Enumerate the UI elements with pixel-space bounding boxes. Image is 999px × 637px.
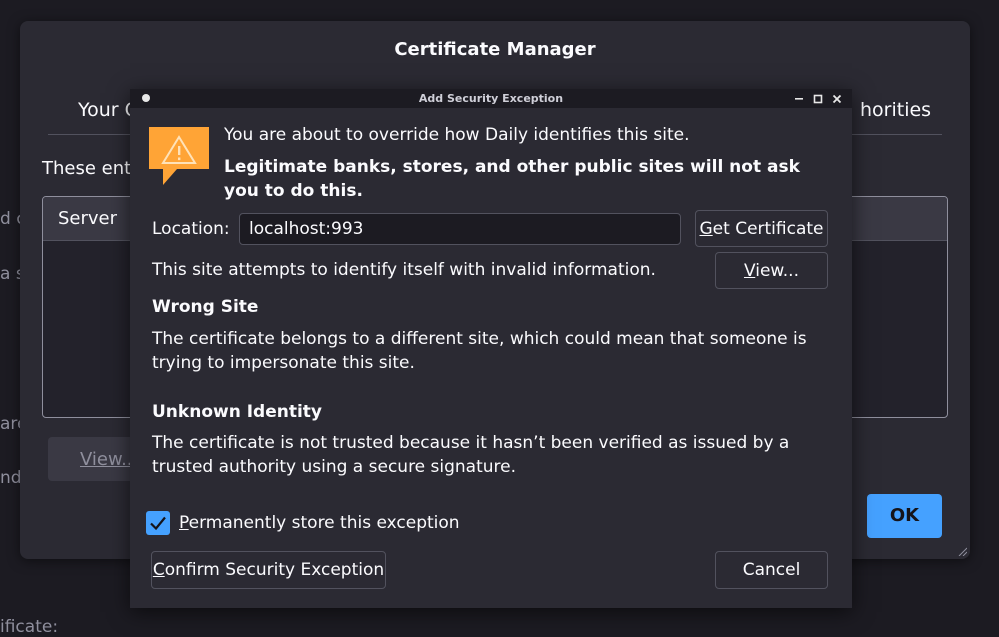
button-label: et Certificate — [712, 219, 824, 239]
button-label: iew... — [755, 261, 799, 281]
mnemonic: G — [699, 219, 713, 239]
button-label: onfirm Security Exception — [164, 560, 385, 580]
checkmark-icon — [150, 516, 166, 531]
get-certificate-button[interactable]: Get Certificate — [695, 210, 828, 247]
mnemonic: V — [743, 261, 756, 281]
wrong-site-description: The certificate belongs to a different s… — [152, 329, 807, 373]
tab-description: These ent — [42, 158, 132, 179]
location-input[interactable] — [239, 213, 681, 245]
location-label: Location: — [152, 219, 230, 239]
view-certificate-button[interactable]: View... — [715, 252, 828, 289]
mnemonic: C — [152, 560, 165, 580]
unknown-identity-heading: Unknown Identity — [152, 402, 323, 422]
background-text: ificate: — [0, 617, 59, 637]
add-security-exception-dialog: Add Security Exception You are about to … — [130, 89, 852, 608]
tab-your-certificates[interactable]: Your C — [78, 99, 138, 121]
resize-grip-icon[interactable] — [957, 546, 967, 556]
maximize-icon[interactable] — [813, 94, 823, 104]
title-bar[interactable]: Add Security Exception — [130, 89, 852, 108]
cancel-button[interactable]: Cancel — [715, 551, 828, 589]
mnemonic: P — [179, 513, 189, 533]
minimize-icon[interactable] — [794, 94, 804, 104]
permanent-store-checkbox[interactable] — [146, 511, 170, 535]
site-info-text: This site attempts to identify itself wi… — [152, 260, 656, 280]
window-title: Add Security Exception — [418, 92, 564, 105]
confirm-security-exception-button[interactable]: Confirm Security Exception — [151, 551, 386, 589]
intro-text: You are about to override how Daily iden… — [224, 125, 690, 145]
checkbox-label: ermanently store this exception — [188, 513, 460, 533]
dialog-title: Certificate Manager — [394, 39, 596, 60]
background-text: nd — [0, 468, 22, 488]
warning-text: Legitimate banks, stores, and other publ… — [224, 157, 800, 201]
unknown-identity-description: The certificate is not trusted because i… — [152, 433, 790, 477]
warning-triangle-icon — [149, 127, 209, 185]
wrong-site-heading: Wrong Site — [152, 297, 259, 317]
column-server[interactable]: Server — [58, 208, 117, 229]
close-icon[interactable] — [832, 94, 842, 104]
permanent-store-label[interactable]: Permanently store this exception — [179, 513, 460, 533]
tab-authorities[interactable]: horities — [860, 99, 931, 121]
ok-button[interactable]: OK — [867, 494, 942, 538]
